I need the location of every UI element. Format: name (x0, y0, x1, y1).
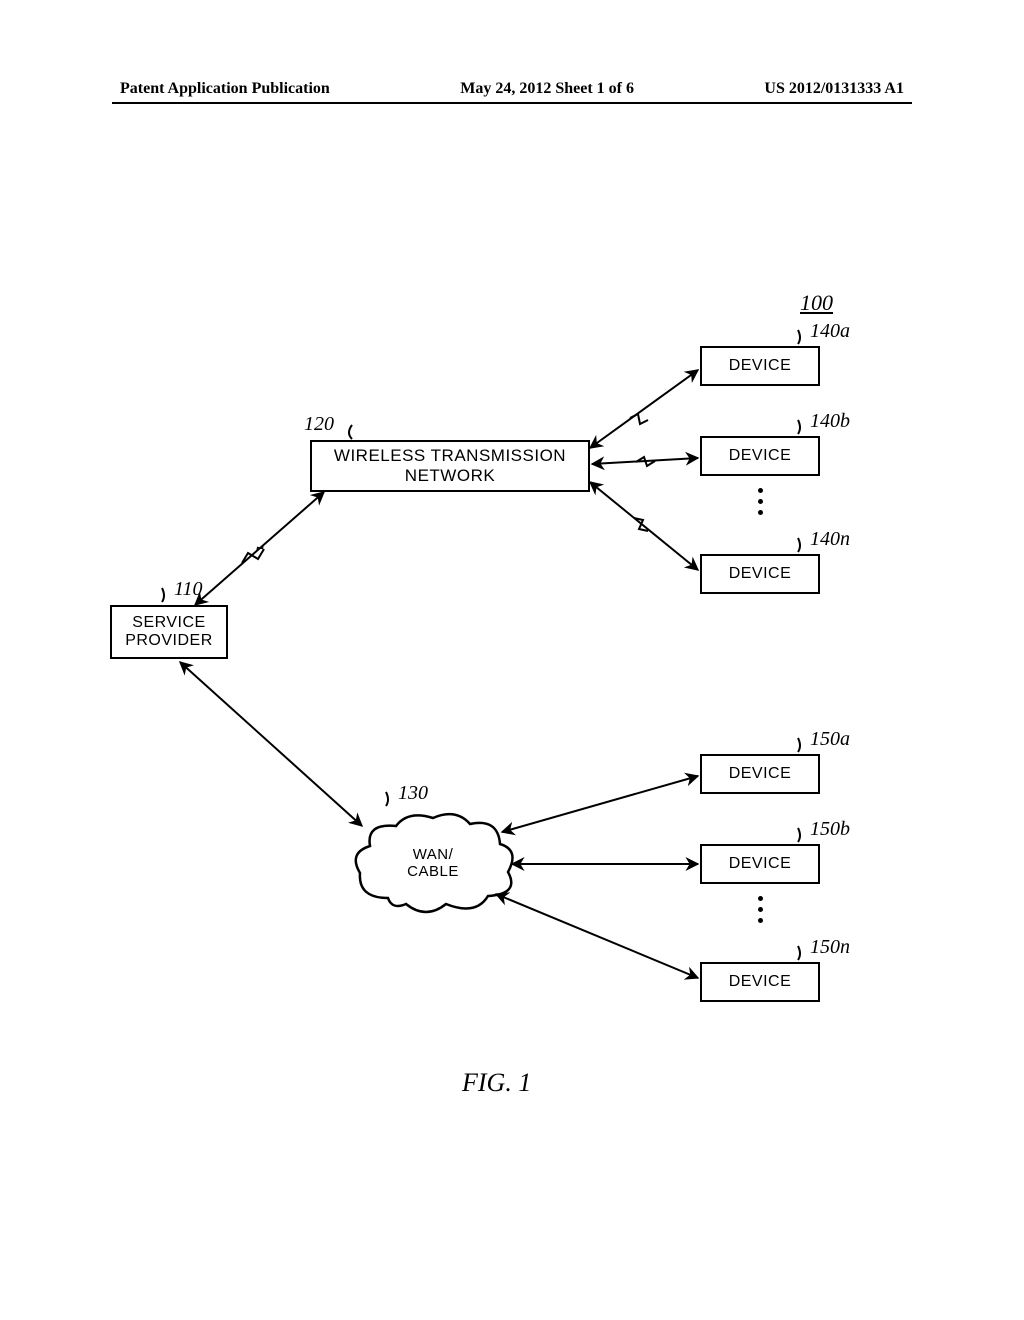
ref-tick-icon (160, 586, 178, 604)
wan-cable-cloud: WAN/ CABLE (348, 808, 518, 918)
service-provider-box: SERVICE PROVIDER (110, 605, 228, 659)
ref-tick-icon (384, 790, 402, 808)
ref-tick-icon (336, 423, 354, 441)
ref-tick-icon (796, 826, 814, 844)
service-provider-ref: 110 (174, 578, 203, 601)
device-ref-140b: 140b (810, 410, 850, 433)
device-ref-150b: 150b (810, 818, 850, 841)
figure-diagram: 100 SERVICE PROVIDER 110 WIRELESS TRANSM… (110, 270, 914, 1050)
wireless-network-ref: 120 (304, 413, 334, 436)
ref-tick-icon (796, 944, 814, 962)
ref-tick-icon (796, 328, 814, 346)
header-left: Patent Application Publication (120, 80, 330, 98)
ref-tick-icon (796, 736, 814, 754)
device-ref-140a: 140a (810, 320, 850, 343)
connection-arrows (110, 270, 914, 1050)
wireless-network-box: WIRELESS TRANSMISSION NETWORK (310, 440, 590, 492)
figure-caption: FIG. 1 (462, 1068, 531, 1098)
device-box-wan: DEVICE (700, 844, 820, 884)
vertical-ellipsis-icon (758, 896, 763, 923)
wan-cable-ref: 130 (398, 782, 428, 805)
device-ref-140n: 140n (810, 528, 850, 551)
device-box-wireless: DEVICE (700, 554, 820, 594)
header-divider (112, 102, 912, 104)
device-box-wireless: DEVICE (700, 436, 820, 476)
device-box-wan: DEVICE (700, 754, 820, 794)
device-ref-150a: 150a (810, 728, 850, 751)
page-header: Patent Application Publication May 24, 2… (0, 80, 1024, 98)
ref-tick-icon (796, 418, 814, 436)
ref-tick-icon (796, 536, 814, 554)
system-reference-number: 100 (800, 290, 833, 316)
device-ref-150n: 150n (810, 936, 850, 959)
header-center: May 24, 2012 Sheet 1 of 6 (460, 80, 634, 98)
header-right: US 2012/0131333 A1 (764, 80, 904, 98)
vertical-ellipsis-icon (758, 488, 763, 515)
device-box-wan: DEVICE (700, 962, 820, 1002)
wan-cable-label: WAN/ CABLE (391, 846, 476, 880)
device-box-wireless: DEVICE (700, 346, 820, 386)
